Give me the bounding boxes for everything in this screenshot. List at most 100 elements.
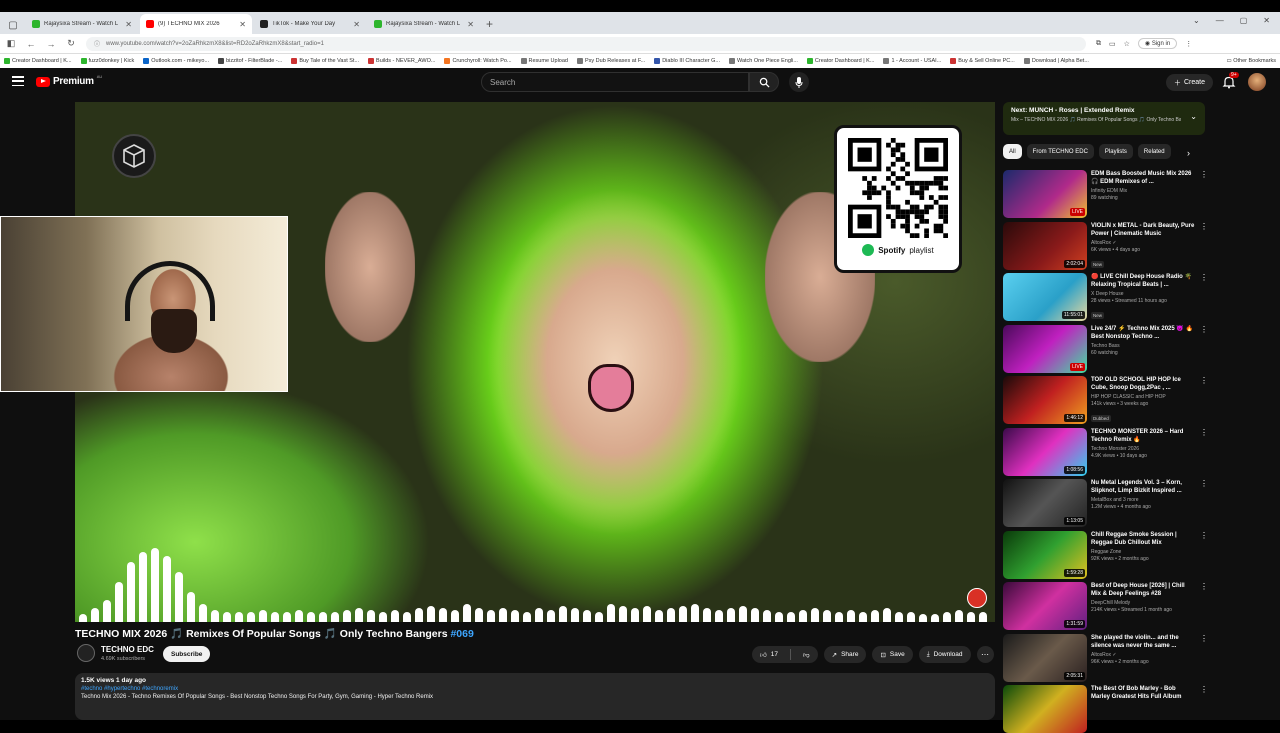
filter-chip[interactable]: Playlists bbox=[1098, 144, 1133, 159]
chevron-right-icon[interactable]: › bbox=[1187, 148, 1190, 158]
video-thumbnail[interactable]: 1:08:56 bbox=[1003, 427, 1087, 476]
more-options-icon[interactable]: ⋮ bbox=[1200, 634, 1208, 682]
minimize-icon[interactable]: — bbox=[1216, 16, 1224, 25]
close-window-icon[interactable]: ✕ bbox=[1263, 16, 1270, 25]
bookmark-item[interactable]: fuzz0donkey | Kick bbox=[80, 58, 134, 64]
video-thumbnail[interactable] bbox=[1003, 685, 1087, 733]
video-channel[interactable]: Reggae Zone bbox=[1091, 549, 1196, 555]
video-title[interactable]: Chill Reggae Smoke Session | Reggae Dub … bbox=[1091, 531, 1196, 547]
more-options-icon[interactable]: ⋮ bbox=[1200, 325, 1208, 373]
recommended-video[interactable]: LIVE EDM Bass Boosted Music Mix 2026 🎧 E… bbox=[1003, 170, 1208, 218]
bookmark-item[interactable]: Buy & Sell Online PC... bbox=[950, 58, 1015, 64]
video-title[interactable]: 🔴 LIVE Chill Deep House Radio 🌴 Relaxing… bbox=[1091, 273, 1196, 289]
video-title[interactable]: She played the violin... and the silence… bbox=[1091, 634, 1196, 650]
video-title[interactable]: Nu Metal Legends Vol. 3 – Korn, Slipknot… bbox=[1091, 479, 1196, 495]
video-channel[interactable]: AltosRox ✓ bbox=[1091, 240, 1196, 246]
other-bookmarks[interactable]: ▭ Other Bookmarks bbox=[1226, 58, 1276, 64]
recommended-video[interactable]: 1:13:05 Nu Metal Legends Vol. 3 – Korn, … bbox=[1003, 479, 1208, 527]
video-thumbnail[interactable]: 1:31:59 bbox=[1003, 582, 1087, 630]
bookmark-item[interactable]: Creator Dashboard | K... bbox=[4, 58, 72, 64]
video-thumbnail[interactable]: 2:05:31 bbox=[1003, 633, 1087, 682]
video-title[interactable]: EDM Bass Boosted Music Mix 2026 🎧 EDM Re… bbox=[1091, 170, 1196, 186]
channel-name[interactable]: TECHNO EDC bbox=[101, 645, 154, 654]
video-title[interactable]: The Best Of Bob Marley - Bob Marley Grea… bbox=[1091, 685, 1196, 701]
browser-menu-icon[interactable]: ⋮ bbox=[1185, 40, 1192, 48]
maximize-icon[interactable]: ▢ bbox=[1240, 16, 1248, 25]
search-button[interactable] bbox=[749, 72, 779, 92]
forward-icon[interactable]: → bbox=[46, 39, 56, 49]
filter-chip[interactable]: Related bbox=[1137, 144, 1171, 159]
video-channel[interactable]: AltosRox ✓ bbox=[1091, 652, 1196, 658]
install-icon[interactable]: ⧉ bbox=[1096, 40, 1101, 48]
save-button[interactable]: ⊡ Save bbox=[872, 646, 913, 663]
search-input[interactable]: Search bbox=[481, 72, 749, 92]
more-options-icon[interactable]: ⋮ bbox=[1200, 170, 1208, 218]
share-button[interactable]: ↗ Share bbox=[823, 646, 867, 663]
close-tab-icon[interactable]: ✕ bbox=[467, 20, 474, 29]
bookmark-item[interactable]: Buy Tale of the Vast St... bbox=[291, 58, 359, 64]
dislike-button[interactable]: 👎︎ bbox=[795, 646, 818, 663]
like-button[interactable]: 👍︎ 17 bbox=[752, 646, 786, 663]
filter-chip[interactable]: All bbox=[1003, 144, 1022, 159]
close-tab-icon[interactable]: ✕ bbox=[125, 20, 132, 29]
bookmark-item[interactable]: Watch One Piece Engli... bbox=[728, 58, 798, 64]
new-tab-icon[interactable]: + bbox=[486, 14, 493, 34]
bookmark-item[interactable]: Download | Alpha Bet... bbox=[1023, 58, 1089, 64]
video-channel[interactable]: MetalBox and 3 more bbox=[1091, 497, 1196, 503]
video-thumbnail[interactable]: LIVE bbox=[1003, 170, 1087, 218]
tab-actions-icon[interactable]: ▢ bbox=[4, 16, 22, 34]
youtube-premium-logo[interactable]: Premium AU bbox=[36, 74, 102, 87]
close-tab-icon[interactable]: ✕ bbox=[353, 20, 360, 29]
cast-icon[interactable]: ▭ bbox=[1109, 40, 1116, 48]
more-options-icon[interactable]: ⋮ bbox=[1200, 582, 1208, 630]
video-thumbnail[interactable]: 1:13:05 bbox=[1003, 479, 1087, 527]
reload-icon[interactable]: ↻ bbox=[66, 38, 76, 49]
bookmark-item[interactable]: Creator Dashboard | K... bbox=[806, 58, 874, 64]
bookmark-item[interactable]: Crunchyroll: Watch Po... bbox=[444, 58, 512, 64]
chevron-down-icon[interactable]: ⌄ bbox=[1190, 112, 1197, 121]
download-button[interactable]: ⤓ Download bbox=[918, 646, 971, 663]
video-channel[interactable]: Techno Monster 2026 bbox=[1091, 446, 1196, 452]
browser-tab[interactable]: Rajaysixa Stream - Watch L ✕ bbox=[26, 14, 138, 34]
account-avatar[interactable] bbox=[1248, 73, 1266, 91]
recommended-video[interactable]: LIVE Live 24/7 ⚡ Techno Mix 2025 😈 🔥 Bes… bbox=[1003, 324, 1208, 373]
more-options-icon[interactable]: ⋮ bbox=[1200, 273, 1208, 321]
video-thumbnail[interactable]: LIVE bbox=[1003, 324, 1087, 373]
bookmark-item[interactable]: Outlook.com - mikeyo... bbox=[143, 58, 209, 64]
video-channel[interactable]: Infinity EDM Mix bbox=[1091, 188, 1196, 194]
video-title[interactable]: TOP OLD SCHOOL HIP HOP Ice Cube, Snoop D… bbox=[1091, 376, 1196, 392]
more-options-icon[interactable]: ⋮ bbox=[1200, 531, 1208, 579]
bookmark-star-icon[interactable]: ☆ bbox=[1124, 40, 1130, 48]
close-tab-icon[interactable]: ✕ bbox=[239, 20, 246, 29]
hamburger-menu-icon[interactable] bbox=[12, 76, 24, 86]
video-thumbnail[interactable]: 2:02:04 bbox=[1003, 221, 1087, 270]
subscribe-button[interactable]: Subscribe bbox=[163, 646, 211, 662]
video-title[interactable]: TECHNO MONSTER 2026 – Hard Techno Remix … bbox=[1091, 428, 1196, 444]
more-actions-icon[interactable]: ⋯ bbox=[976, 646, 994, 663]
recommended-video[interactable]: 1:08:56 TECHNO MONSTER 2026 – Hard Techn… bbox=[1003, 427, 1208, 476]
recommended-video[interactable]: The Best Of Bob Marley - Bob Marley Grea… bbox=[1003, 685, 1208, 733]
more-options-icon[interactable]: ⋮ bbox=[1200, 479, 1208, 527]
more-options-icon[interactable]: ⋮ bbox=[1200, 428, 1208, 476]
browser-tab[interactable]: (9) TECHNO MIX 2026 ✕ bbox=[140, 14, 252, 34]
video-thumbnail[interactable]: 11:55:01 bbox=[1003, 273, 1087, 321]
description-hashtags[interactable]: #techno #hypertechno #technoremix bbox=[81, 686, 989, 692]
bookmark-item[interactable]: Diablo III Character G... bbox=[654, 58, 720, 64]
description-box[interactable]: 1.5K views 1 day ago #techno #hypertechn… bbox=[75, 673, 995, 720]
filter-chip[interactable]: From TECHNO EDC bbox=[1026, 144, 1094, 159]
recommended-video[interactable]: 2:05:31 She played the violin... and the… bbox=[1003, 633, 1208, 682]
video-thumbnail[interactable]: 1:46:12 bbox=[1003, 376, 1087, 424]
video-title[interactable]: VIOLIN x METAL - Dark Beauty, Pure Power… bbox=[1091, 222, 1196, 238]
site-info-icon[interactable]: ⓘ bbox=[94, 39, 100, 48]
bookmark-item[interactable]: bizzitof - FilterBlade -... bbox=[218, 58, 282, 64]
browser-tab[interactable]: TikTok - Make Your Day ✕ bbox=[254, 14, 366, 34]
more-options-icon[interactable]: ⋮ bbox=[1200, 376, 1208, 424]
more-options-icon[interactable]: ⋮ bbox=[1200, 222, 1208, 270]
more-options-icon[interactable]: ⋮ bbox=[1200, 685, 1208, 733]
back-icon[interactable]: ← bbox=[26, 39, 36, 49]
create-button[interactable]: ＋ Create bbox=[1166, 74, 1214, 91]
bookmark-item[interactable]: Resume Upload bbox=[520, 58, 568, 64]
video-channel[interactable]: HIP HOP CLASSIC and HIP HOP bbox=[1091, 394, 1196, 400]
recommended-video[interactable]: 1:59:28 Chill Reggae Smoke Session | Reg… bbox=[1003, 530, 1208, 579]
url-field[interactable]: ⓘ www.youtube.com/watch?v=2oZaRhkzmX8&li… bbox=[86, 36, 1086, 51]
